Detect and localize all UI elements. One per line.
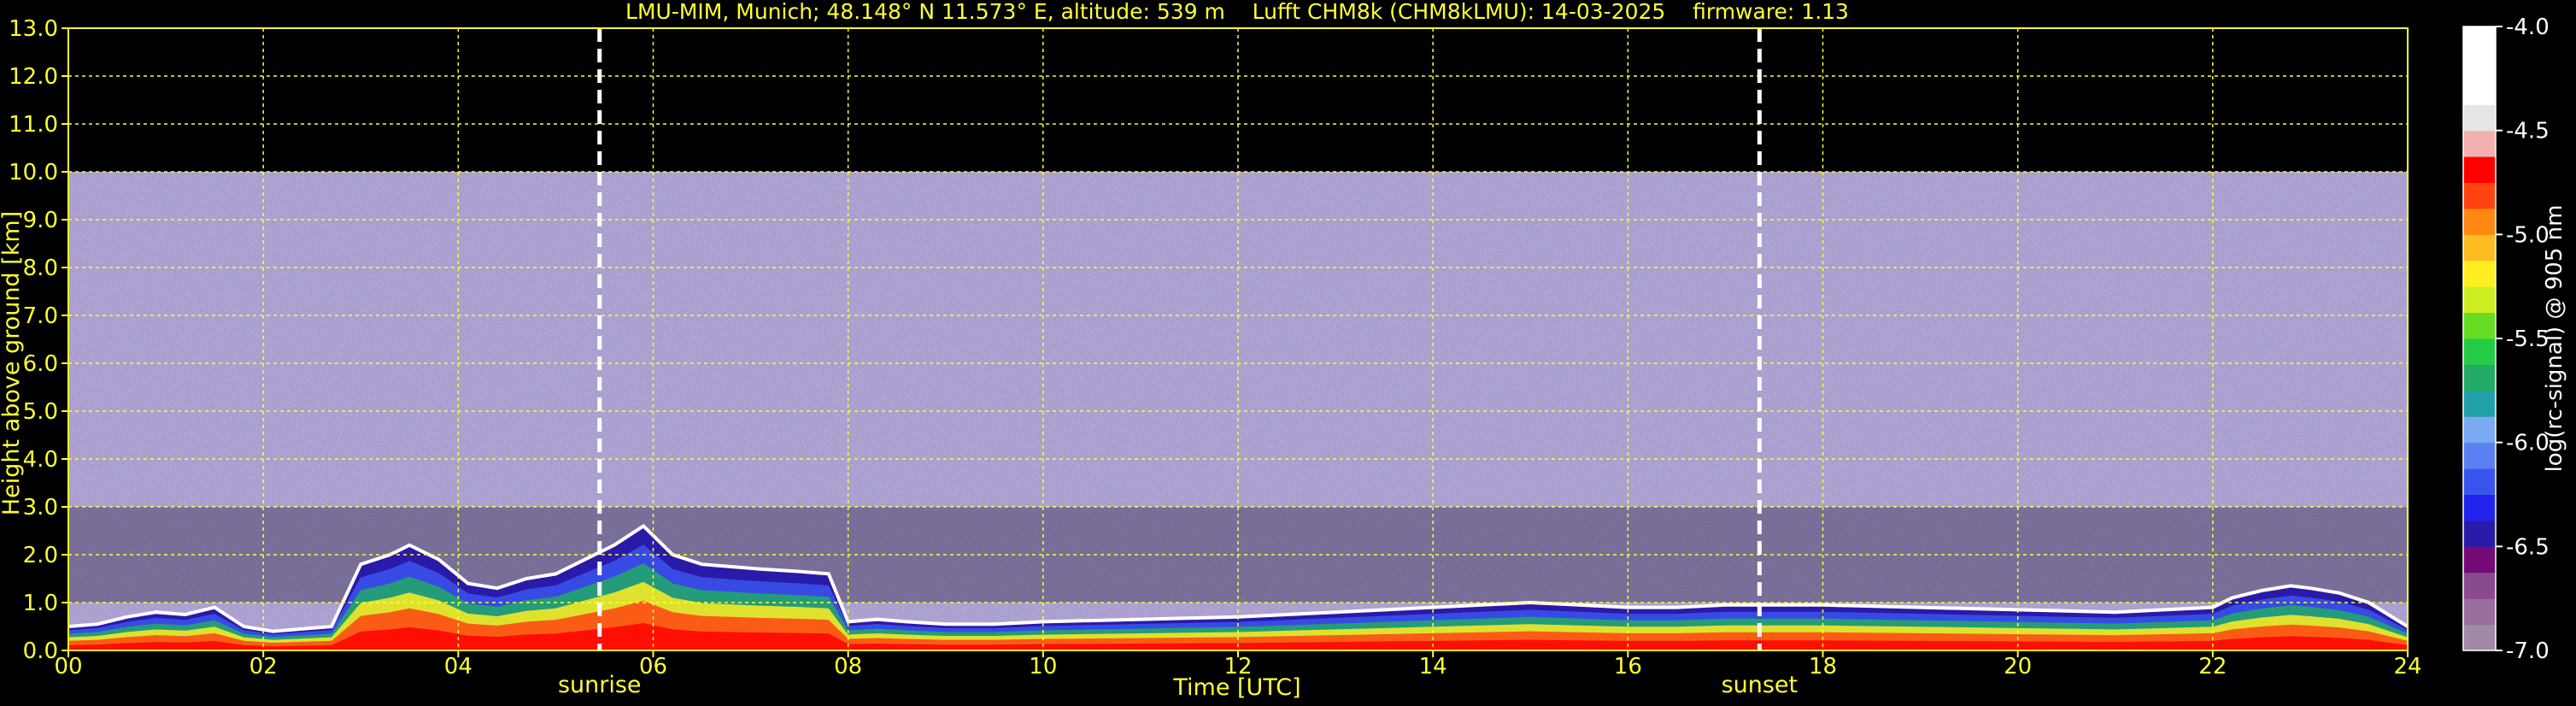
x-tick-label: 14 <box>1419 654 1447 680</box>
colorbar-segment <box>2463 156 2496 183</box>
sunset-label: sunset <box>1722 672 1799 698</box>
y-tick-label: 8.0 <box>23 256 58 281</box>
colorbar-tick-label: -6.5 <box>2506 534 2550 560</box>
colorbar-segment <box>2463 546 2496 574</box>
x-tick-label: 24 <box>2393 654 2421 680</box>
sunrise-label: sunrise <box>558 672 642 698</box>
colorbar-segment <box>2463 130 2496 157</box>
colorbar-tick-label: -4.5 <box>2506 119 2550 144</box>
x-tick-label: 06 <box>639 654 667 680</box>
colorbar-segment <box>2463 78 2496 105</box>
x-tick-label: 08 <box>834 654 862 680</box>
y-tick-label: 7.0 <box>23 303 58 329</box>
y-tick-label: 1.0 <box>23 591 58 616</box>
x-tick-label: 04 <box>444 654 472 680</box>
colorbar-segment <box>2463 624 2496 651</box>
x-tick-label: 00 <box>54 654 82 680</box>
colorbar-tick-label: -4.0 <box>2506 15 2550 40</box>
colorbar-segment <box>2463 468 2496 495</box>
colorbar-segment <box>2463 312 2496 339</box>
x-tick-label: 16 <box>1614 654 1642 680</box>
colorbar-segment <box>2463 572 2496 599</box>
y-tick-label: 6.0 <box>23 351 58 377</box>
x-tick-label: 02 <box>249 654 278 680</box>
colorbar-segment <box>2463 286 2496 314</box>
y-tick-label: 13.0 <box>9 16 58 42</box>
colorbar-segment <box>2463 364 2496 391</box>
x-axis-label: Time [UTC] <box>1172 674 1300 701</box>
colorbar-segment <box>2463 26 2496 53</box>
colorbar-segment <box>2463 416 2496 444</box>
colorbar-label: log(rc-signal) @ 905 nm <box>2542 205 2567 473</box>
y-tick-label: 2.0 <box>23 543 58 568</box>
y-tick-label: 11.0 <box>9 112 58 138</box>
chart-title: LMU-MIM, Munich; 48.148° N 11.573° E, al… <box>625 0 1849 24</box>
colorbar-segment <box>2463 104 2496 132</box>
colorbar-segment <box>2463 182 2496 209</box>
y-tick-label: 0.0 <box>23 638 58 664</box>
colorbar-segment <box>2463 520 2496 547</box>
colorbar-segment <box>2463 260 2496 287</box>
x-tick-label: 10 <box>1029 654 1057 680</box>
x-tick-label: 22 <box>2198 654 2227 680</box>
y-tick-label: 5.0 <box>23 399 58 425</box>
colorbar-segment <box>2463 390 2496 417</box>
y-tick-label: 4.0 <box>23 447 58 473</box>
colorbar-segment <box>2463 208 2496 235</box>
x-tick-label: 18 <box>1809 654 1837 680</box>
y-axis-label: Height above ground [km] <box>0 211 25 515</box>
colorbar-segment <box>2463 52 2496 79</box>
colorbar-segment <box>2463 598 2496 626</box>
x-tick-label: 20 <box>2004 654 2032 680</box>
y-tick-label: 9.0 <box>23 208 58 233</box>
colorbar-segment <box>2463 234 2496 262</box>
colorbar-segment <box>2463 338 2496 365</box>
y-tick-label: 10.0 <box>9 160 58 185</box>
colorbar-tick-label: -7.0 <box>2506 638 2550 664</box>
colorbar-segment <box>2463 494 2496 521</box>
ceilometer-chart: LMU-MIM, Munich; 48.148° N 11.573° E, al… <box>0 0 2576 706</box>
colorbar-segment <box>2463 442 2496 469</box>
y-tick-label: 3.0 <box>23 495 58 521</box>
y-tick-label: 12.0 <box>9 64 58 90</box>
